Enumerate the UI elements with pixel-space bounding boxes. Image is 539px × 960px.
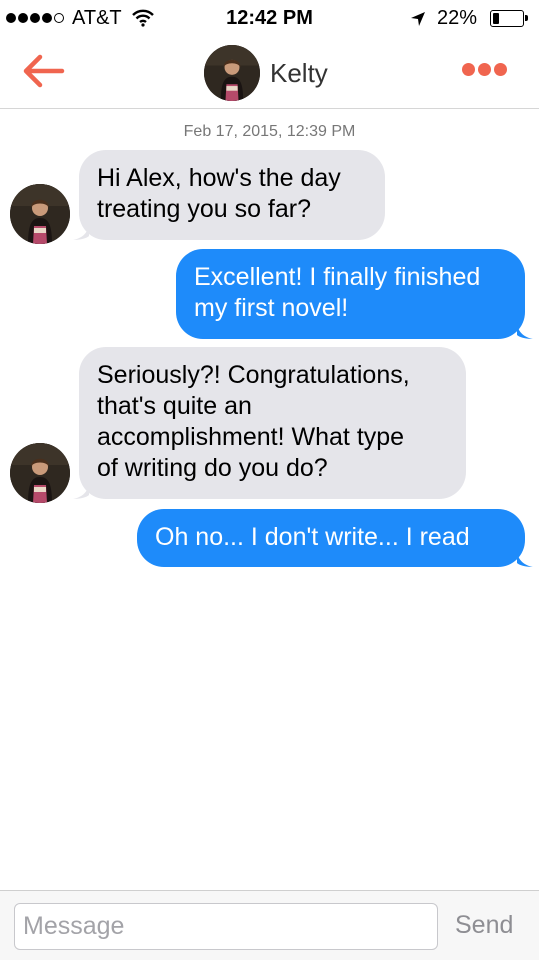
status-bar: AT&T 12:42 PM 22% [0,0,539,38]
message-line: Seriously?! Congratulations, [97,361,410,389]
message-line: accomplishment! What type [97,423,405,451]
battery-percent: 22% [437,7,478,29]
back-button[interactable] [22,54,68,88]
battery-icon [490,10,528,27]
avatar [10,443,70,503]
ellipsis-icon-dot [478,63,491,76]
more-options-button[interactable] [462,63,507,76]
send-button[interactable]: Send [455,911,513,940]
message-line: my first novel! [194,294,349,322]
message-bubble-incoming[interactable]: Hi Alex, how's the day treating you so f… [73,150,385,240]
battery-tip [525,15,528,21]
battery-level-fill [493,13,499,24]
message-bubble-incoming[interactable]: Seriously?! Congratulations, that's quit… [73,347,466,499]
message-line: treating you so far? [97,195,312,223]
message-line: Oh no... I don't write... I read [155,523,470,551]
bubble-tail [73,481,89,499]
bubble-tail [73,222,89,240]
message-bubble-outgoing[interactable]: Excellent! I finally finished my first n… [176,249,533,339]
message-bubble-outgoing[interactable]: Oh no... I don't write... I read [137,509,533,567]
message-input[interactable] [14,903,438,950]
avatar-photo [10,184,70,244]
message-line: Excellent! I finally finished [194,263,481,291]
message-line: of writing do you do? [97,454,328,482]
ellipsis-icon-dot [462,63,475,76]
conversation-header: Kelty [0,38,539,109]
bubble-tail [517,321,533,339]
avatar-photo [10,443,70,503]
contact-name: Kelty [270,57,328,88]
avatar-photo [204,45,260,101]
arrow-left-icon [23,54,65,88]
avatar [10,184,70,244]
ellipsis-icon-dot [494,63,507,76]
contact-header[interactable]: Kelty [204,45,328,101]
message-line: Hi Alex, how's the day [97,164,341,192]
message-line: that's quite an [97,392,252,420]
bubble-tail [517,549,533,567]
conversation-timestamp: Feb 17, 2015, 12:39 PM [183,123,356,140]
message-compose-bar: Send [0,890,539,960]
location-icon [410,11,426,33]
avatar [204,45,260,101]
